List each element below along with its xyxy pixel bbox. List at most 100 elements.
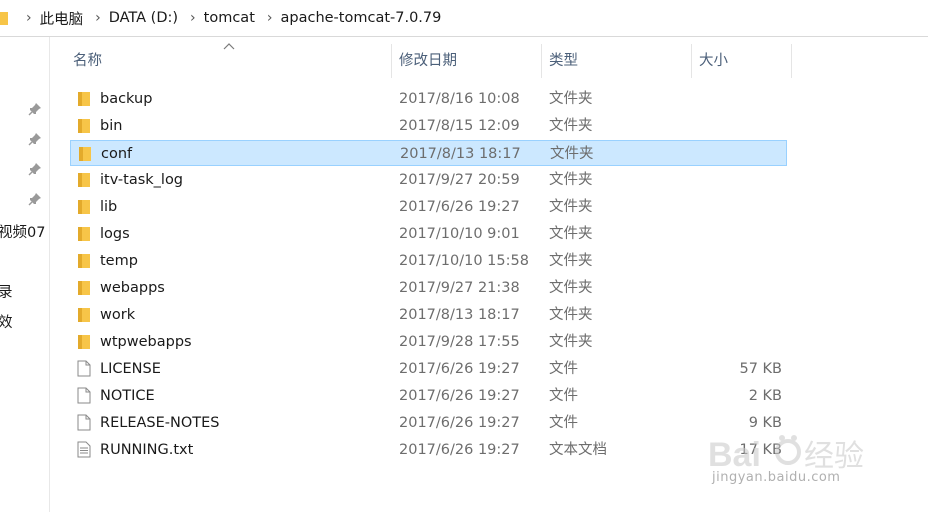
file-date: 2017/9/28 17:55 — [399, 334, 520, 350]
file-date: 2017/6/26 19:27 — [399, 388, 520, 404]
file-name[interactable]: bin — [100, 113, 122, 139]
chevron-right-icon[interactable]: › — [26, 10, 32, 26]
file-type: 文件 — [549, 361, 578, 377]
file-row[interactable]: wtpwebapps 2017/9/28 17:55 文件夹 — [70, 329, 787, 355]
file-row[interactable]: lib 2017/6/26 19:27 文件夹 — [70, 194, 787, 220]
file-type: 文件 — [549, 388, 578, 404]
file-date: 2017/8/13 18:17 — [399, 307, 520, 323]
column-header-name[interactable]: 名称 — [73, 44, 102, 78]
column-header-type[interactable]: 类型 — [549, 44, 578, 78]
nav-item-partial[interactable]: 录 — [0, 281, 13, 302]
folder-icon — [79, 147, 91, 161]
file-name[interactable]: logs — [100, 221, 130, 247]
file-date: 2017/6/26 19:27 — [399, 199, 520, 215]
file-name[interactable]: wtpwebapps — [100, 329, 192, 355]
file-icon — [77, 387, 91, 404]
file-name[interactable]: LICENSE — [100, 356, 161, 382]
column-header-size[interactable]: 大小 — [699, 44, 728, 78]
file-name[interactable]: NOTICE — [100, 383, 155, 409]
breadcrumb-tomcat[interactable]: tomcat — [204, 10, 255, 26]
pin-icon[interactable] — [28, 192, 42, 206]
chevron-right-icon[interactable]: › — [95, 10, 101, 26]
file-type: 文件夹 — [549, 226, 593, 242]
file-icon — [77, 414, 91, 431]
file-size: 57 KB — [739, 361, 782, 377]
breadcrumb-this-pc[interactable]: 此电脑 — [40, 8, 84, 29]
svg-text:经验: 经验 — [804, 440, 864, 473]
file-type: 文件夹 — [549, 199, 593, 215]
file-date: 2017/6/26 19:27 — [399, 442, 520, 458]
file-type: 文件夹 — [549, 253, 593, 269]
file-row[interactable]: temp 2017/10/10 15:58 文件夹 — [70, 248, 787, 274]
folder-icon — [78, 254, 90, 268]
nav-item-videos[interactable]: 视频07 — [0, 221, 45, 242]
file-name[interactable]: RELEASE-NOTES — [100, 410, 219, 436]
file-date: 2017/8/13 18:17 — [400, 146, 521, 162]
file-row[interactable]: conf 2017/8/13 18:17 文件夹 — [70, 140, 787, 166]
file-row[interactable]: bin 2017/8/15 12:09 文件夹 — [70, 113, 787, 139]
file-name[interactable]: RUNNING.txt — [100, 437, 193, 463]
file-name[interactable]: webapps — [100, 275, 165, 301]
file-type: 文件夹 — [549, 172, 593, 188]
svg-text:Bai: Bai — [708, 436, 761, 474]
chevron-right-icon[interactable]: › — [267, 10, 273, 26]
file-type: 文本文档 — [549, 442, 607, 458]
address-bar[interactable]: › 此电脑 › DATA (D:) › tomcat › apache-tomc… — [0, 0, 928, 37]
pin-icon[interactable] — [28, 162, 42, 176]
folder-icon — [78, 92, 90, 106]
file-size: 2 KB — [748, 388, 782, 404]
file-row[interactable]: work 2017/8/13 18:17 文件夹 — [70, 302, 787, 328]
file-row[interactable]: itv-task_log 2017/9/27 20:59 文件夹 — [70, 167, 787, 193]
file-row[interactable]: webapps 2017/9/27 21:38 文件夹 — [70, 275, 787, 301]
file-date: 2017/8/16 10:08 — [399, 91, 520, 107]
folder-icon — [78, 227, 90, 241]
file-date: 2017/10/10 9:01 — [399, 226, 520, 242]
file-icon — [77, 360, 91, 377]
folder-icon — [78, 335, 90, 349]
file-date: 2017/9/27 21:38 — [399, 280, 520, 296]
navigation-pane[interactable]: 视频07 录 效 — [0, 37, 50, 512]
file-type: 文件夹 — [549, 91, 593, 107]
file-date: 2017/9/27 20:59 — [399, 172, 520, 188]
chevron-right-icon[interactable]: › — [190, 10, 196, 26]
sort-ascending-icon — [223, 43, 235, 50]
pin-icon[interactable] — [28, 132, 42, 146]
file-name[interactable]: backup — [100, 86, 152, 112]
file-type: 文件夹 — [549, 118, 593, 134]
file-row[interactable]: NOTICE 2017/6/26 19:27 文件 2 KB — [70, 383, 787, 409]
column-divider[interactable] — [691, 44, 692, 78]
file-type: 文件夹 — [549, 334, 593, 350]
file-name[interactable]: conf — [101, 141, 132, 167]
file-name[interactable]: lib — [100, 194, 117, 220]
folder-icon — [78, 281, 90, 295]
nav-item-partial[interactable]: 效 — [0, 311, 13, 332]
folder-icon — [78, 200, 90, 214]
file-row[interactable]: RUNNING.txt 2017/6/26 19:27 文本文档 17 KB — [70, 437, 787, 463]
file-date: 2017/6/26 19:27 — [399, 361, 520, 377]
column-divider[interactable] — [391, 44, 392, 78]
pin-icon[interactable] — [28, 102, 42, 116]
column-divider[interactable] — [791, 44, 792, 78]
folder-icon — [78, 308, 90, 322]
folder-icon — [0, 12, 8, 25]
breadcrumb-apache-tomcat[interactable]: apache-tomcat-7.0.79 — [281, 10, 442, 26]
file-name[interactable]: work — [100, 302, 135, 328]
file-row[interactable]: backup 2017/8/16 10:08 文件夹 — [70, 86, 787, 112]
file-type: 文件夹 — [550, 146, 594, 162]
file-name[interactable]: itv-task_log — [100, 167, 183, 193]
breadcrumb-data-drive[interactable]: DATA (D:) — [109, 10, 178, 26]
text-file-icon — [77, 441, 91, 458]
file-date: 2017/8/15 12:09 — [399, 118, 520, 134]
folder-icon — [78, 173, 90, 187]
folder-icon — [78, 119, 90, 133]
file-row[interactable]: logs 2017/10/10 9:01 文件夹 — [70, 221, 787, 247]
column-divider[interactable] — [541, 44, 542, 78]
file-type: 文件夹 — [549, 280, 593, 296]
watermark-text: jingyan.baidu.com — [712, 470, 841, 485]
column-header-date[interactable]: 修改日期 — [399, 44, 457, 78]
file-row[interactable]: RELEASE-NOTES 2017/6/26 19:27 文件 9 KB — [70, 410, 787, 436]
file-row[interactable]: LICENSE 2017/6/26 19:27 文件 57 KB — [70, 356, 787, 382]
file-date: 2017/10/10 15:58 — [399, 253, 529, 269]
file-type: 文件夹 — [549, 307, 593, 323]
file-name[interactable]: temp — [100, 248, 138, 274]
